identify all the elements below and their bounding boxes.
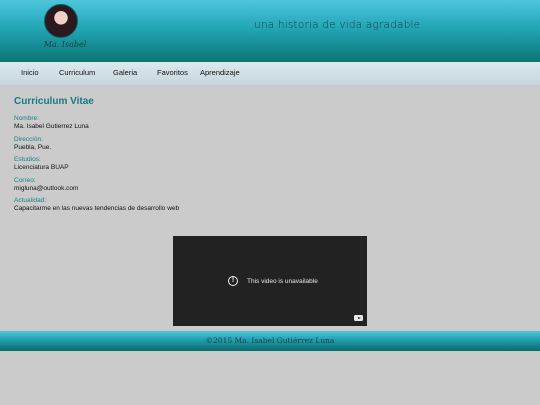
site-tagline: una historia de vida agradable — [254, 19, 421, 31]
cv-content: Curriculum Vitae Nombre: Ma. Isabel Guti… — [14, 96, 514, 218]
logo-signature: Ma. Isabel — [43, 40, 87, 49]
nav-item-aprendizaje[interactable]: Aprendizaje — [200, 68, 240, 77]
video-unavailable-text: This video is unavailable — [247, 277, 318, 285]
field-value-nombre: Ma. Isabel Gutierrez Luna — [14, 123, 89, 130]
video-unavailable-message: ! This video is unavailable — [228, 275, 318, 287]
exclamation-circle-icon: ! — [228, 276, 238, 286]
footer-copyright: ©2015 Ma. Isabel Gutiérrez Luna — [205, 336, 335, 345]
nav-item-inicio[interactable]: Inicio — [21, 68, 39, 77]
field-label-actualidad: Actualidad: — [14, 197, 47, 204]
field-label-correo: Correo: — [14, 176, 36, 184]
field-value-estudios: Licenciatura BUAP — [14, 164, 69, 171]
nav-item-galeria[interactable]: Galeria — [113, 68, 137, 77]
field-label-nombre: Nombre: — [14, 115, 39, 122]
page-title: Curriculum Vitae — [14, 96, 94, 107]
main-nav: Inicio Curriculum Galeria Favoritos Apre… — [0, 62, 540, 85]
site-header: Ma. Isabel una historia de vida agradabl… — [0, 0, 540, 62]
field-value-direccion: Puebla, Pue. — [14, 143, 52, 151]
nav-item-curriculum[interactable]: Curriculum — [59, 68, 95, 77]
video-player[interactable]: ! This video is unavailable — [173, 236, 367, 326]
field-value-actualidad: Capacitarme en las nuevas tendencias de … — [14, 205, 180, 212]
field-value-correo: migluna@outlook.com — [14, 184, 79, 192]
field-label-estudios: Estudios: — [14, 156, 41, 163]
nav-item-favoritos[interactable]: Favoritos — [157, 68, 188, 77]
youtube-icon[interactable] — [354, 315, 363, 321]
site-footer: ©2015 Ma. Isabel Gutiérrez Luna — [0, 331, 540, 351]
profile-avatar — [44, 4, 78, 38]
field-label-direccion: Dirección: — [14, 135, 43, 143]
